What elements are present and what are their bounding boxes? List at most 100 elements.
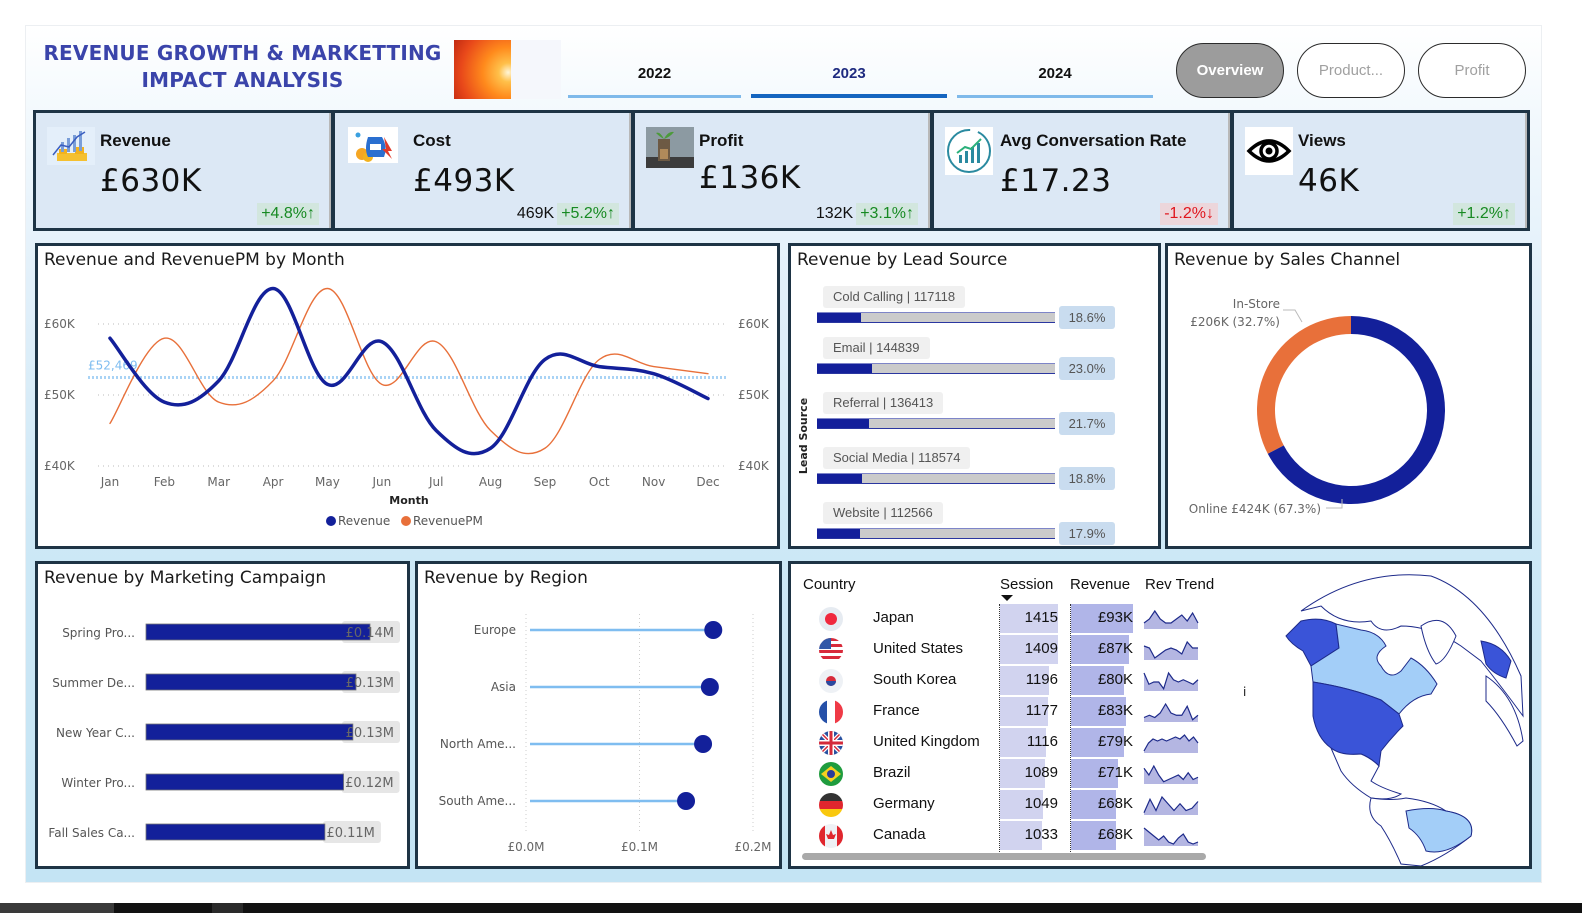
kpi-card-revenue[interactable]: Revenue £630K +4.8%↑	[36, 113, 331, 228]
region-dot[interactable]	[700, 678, 719, 696]
germany-flag-icon	[819, 793, 843, 817]
lead-source-row[interactable]: Referral | 136413 21.7%	[791, 392, 1151, 442]
table-row[interactable]: Brazil 1089 £71K	[791, 758, 1211, 789]
country-name: Canada	[873, 826, 926, 843]
revenue-by-month-chart[interactable]: £40K £40K£50K £50K£60K £60K£52,469Jan Feb Mar…	[38, 246, 777, 546]
profit-plant-icon	[646, 127, 694, 168]
campaign-bar[interactable]	[145, 723, 354, 741]
kpi-card-conversion-rate[interactable]: Avg Conversation Rate £17.23 -1.2%↓	[934, 113, 1230, 228]
lead-source-row[interactable]: Email | 144839 23.0%	[791, 337, 1151, 387]
kpi-card-cost[interactable]: Cost £493K 469K +5.2%↑	[335, 113, 631, 228]
rev-trend-sparkline	[1143, 764, 1199, 784]
revenue-chart-icon	[47, 127, 95, 165]
sales-channel-donut[interactable]: In-Store £206K (32.7%) Online £424K (67.3%…	[1168, 246, 1529, 546]
kpi-change-badge: +1.2%↑	[1453, 203, 1515, 225]
sparkline-area	[1144, 735, 1198, 753]
country-name: Japan	[873, 609, 914, 626]
table-row[interactable]: United States 1409 £87K	[791, 634, 1211, 665]
x-tick-label: Jul	[428, 475, 443, 489]
sort-descending-icon[interactable]	[1001, 595, 1013, 603]
column-header-revenue[interactable]: Revenue	[1070, 576, 1130, 593]
sparkline-area	[1144, 611, 1198, 629]
table-row[interactable]: Germany 1049 £68K	[791, 789, 1211, 820]
campaign-bar-chart[interactable]: Spring Pro... £0.14M Summer De... £0.13M New…	[38, 564, 407, 866]
rev-trend-sparkline	[1143, 609, 1199, 629]
lead-source-percent: 21.7%	[1059, 412, 1115, 435]
table-row[interactable]: Japan 1415 £93K	[791, 603, 1211, 634]
horizontal-scrollbar[interactable]	[802, 853, 1206, 860]
revenue-by-sales-channel-panel: Revenue by Sales Channel In-Store £206K (…	[1165, 243, 1532, 549]
x-tick-label: Jun	[371, 475, 391, 489]
profit-button[interactable]: Profit	[1418, 43, 1526, 98]
campaign-label: Winter Pro...	[61, 776, 135, 790]
y-tick-label-right: £60K	[738, 317, 770, 331]
legend-marker-revenue	[326, 516, 336, 526]
column-header-country[interactable]: Country	[803, 576, 856, 593]
year-tab-2023[interactable]: 2023	[751, 62, 947, 100]
y-tick-label-right: £40K	[738, 459, 770, 473]
kpi-previous-value: 132K	[815, 205, 854, 222]
lead-source-row[interactable]: Social Media | 118574 18.8%	[791, 447, 1151, 497]
campaign-bar[interactable]	[145, 673, 357, 691]
x-tick-label: £0.0M	[507, 840, 544, 854]
donut-label-in-store-name: In-Store	[1233, 297, 1280, 311]
lead-source-bar-track	[817, 418, 1055, 429]
table-row[interactable]: South Korea 1196 £80K	[791, 665, 1211, 696]
kpi-card-views[interactable]: Views 46K +1.2%↑	[1234, 113, 1527, 228]
legend-label-revenue: Revenue	[338, 514, 390, 528]
x-tick-label: Oct	[589, 475, 610, 489]
year-tab-label: 2024	[1038, 65, 1072, 82]
kpi-previous-value: 469K	[516, 205, 555, 222]
table-row[interactable]: France 1177 £83K	[791, 696, 1211, 727]
rev-trend-sparkline	[1143, 671, 1199, 691]
product-button[interactable]: Product...	[1297, 43, 1405, 98]
campaign-bar[interactable]	[145, 623, 371, 641]
lead-source-label: Email | 144839	[823, 337, 930, 359]
rev-trend-sparkline	[1143, 702, 1199, 722]
canada-flag-icon	[819, 824, 843, 848]
year-tab-2022[interactable]: 2022	[568, 62, 741, 100]
table-row[interactable]: Canada 1033 £68K	[791, 820, 1211, 851]
revenue-value: £93K	[1097, 609, 1133, 626]
lead-source-bar	[817, 313, 862, 322]
campaign-value-label: £0.13M	[346, 676, 394, 691]
x-tick-label: Aug	[479, 475, 502, 489]
panel-title: Revenue by Lead Source	[797, 250, 1008, 270]
brazil-flag-icon	[819, 762, 843, 786]
region-lollipop-chart[interactable]: £0.0M £0.1M £0.2M Europe Asia North Ame... Sou…	[418, 564, 779, 866]
lead-source-row[interactable]: Website | 112566 17.9%	[791, 502, 1151, 552]
region-label: North Ame...	[440, 737, 516, 751]
kpi-change-badge: +5.2%↑	[557, 203, 619, 225]
kpi-name: Revenue	[100, 131, 171, 150]
region-label: South Ame...	[439, 794, 516, 808]
overview-button[interactable]: Overview	[1176, 43, 1284, 98]
kpi-row: Revenue £630K +4.8%↑ Cost £493K 469K +5.…	[33, 110, 1530, 231]
campaign-bar[interactable]	[145, 773, 344, 791]
region-dot[interactable]	[694, 735, 713, 753]
session-value: 1033	[1024, 826, 1058, 843]
campaign-label: Summer De...	[52, 676, 135, 690]
kpi-name: Cost	[413, 131, 451, 150]
kpi-card-profit[interactable]: Profit £136K 132K +3.1%↑	[635, 113, 930, 228]
column-header-rev-trend[interactable]: Rev Trend	[1145, 576, 1214, 593]
country-name: United Kingdom	[873, 733, 980, 750]
session-value: 1409	[1024, 640, 1058, 657]
column-header-session[interactable]: Session	[1000, 576, 1053, 593]
donut-slice-in-store[interactable]	[1257, 316, 1351, 454]
lead-source-bar	[817, 529, 860, 538]
campaign-value-label: £0.14M	[346, 626, 394, 641]
lead-source-row[interactable]: Cold Calling | 117118 18.6%	[791, 286, 1151, 336]
year-tab-label: 2022	[637, 65, 672, 82]
revenue-value: £80K	[1097, 671, 1133, 688]
table-row[interactable]: United Kingdom 1116 £79K	[791, 727, 1211, 758]
campaign-label: Spring Pro...	[62, 626, 135, 640]
campaign-label: Fall Sales Ca...	[48, 826, 135, 840]
campaign-bar[interactable]	[145, 823, 326, 841]
region-dot[interactable]	[677, 792, 696, 810]
region-dot[interactable]	[704, 621, 723, 639]
country-revenue-map[interactable]: i	[1231, 566, 1531, 866]
lead-source-bar-track	[817, 528, 1055, 539]
kpi-value: £17.23	[1000, 163, 1112, 199]
year-tab-2024[interactable]: 2024	[957, 62, 1153, 100]
page-title: REVENUE GROWTH & MARKETTING IMPACT ANALY…	[40, 40, 445, 94]
